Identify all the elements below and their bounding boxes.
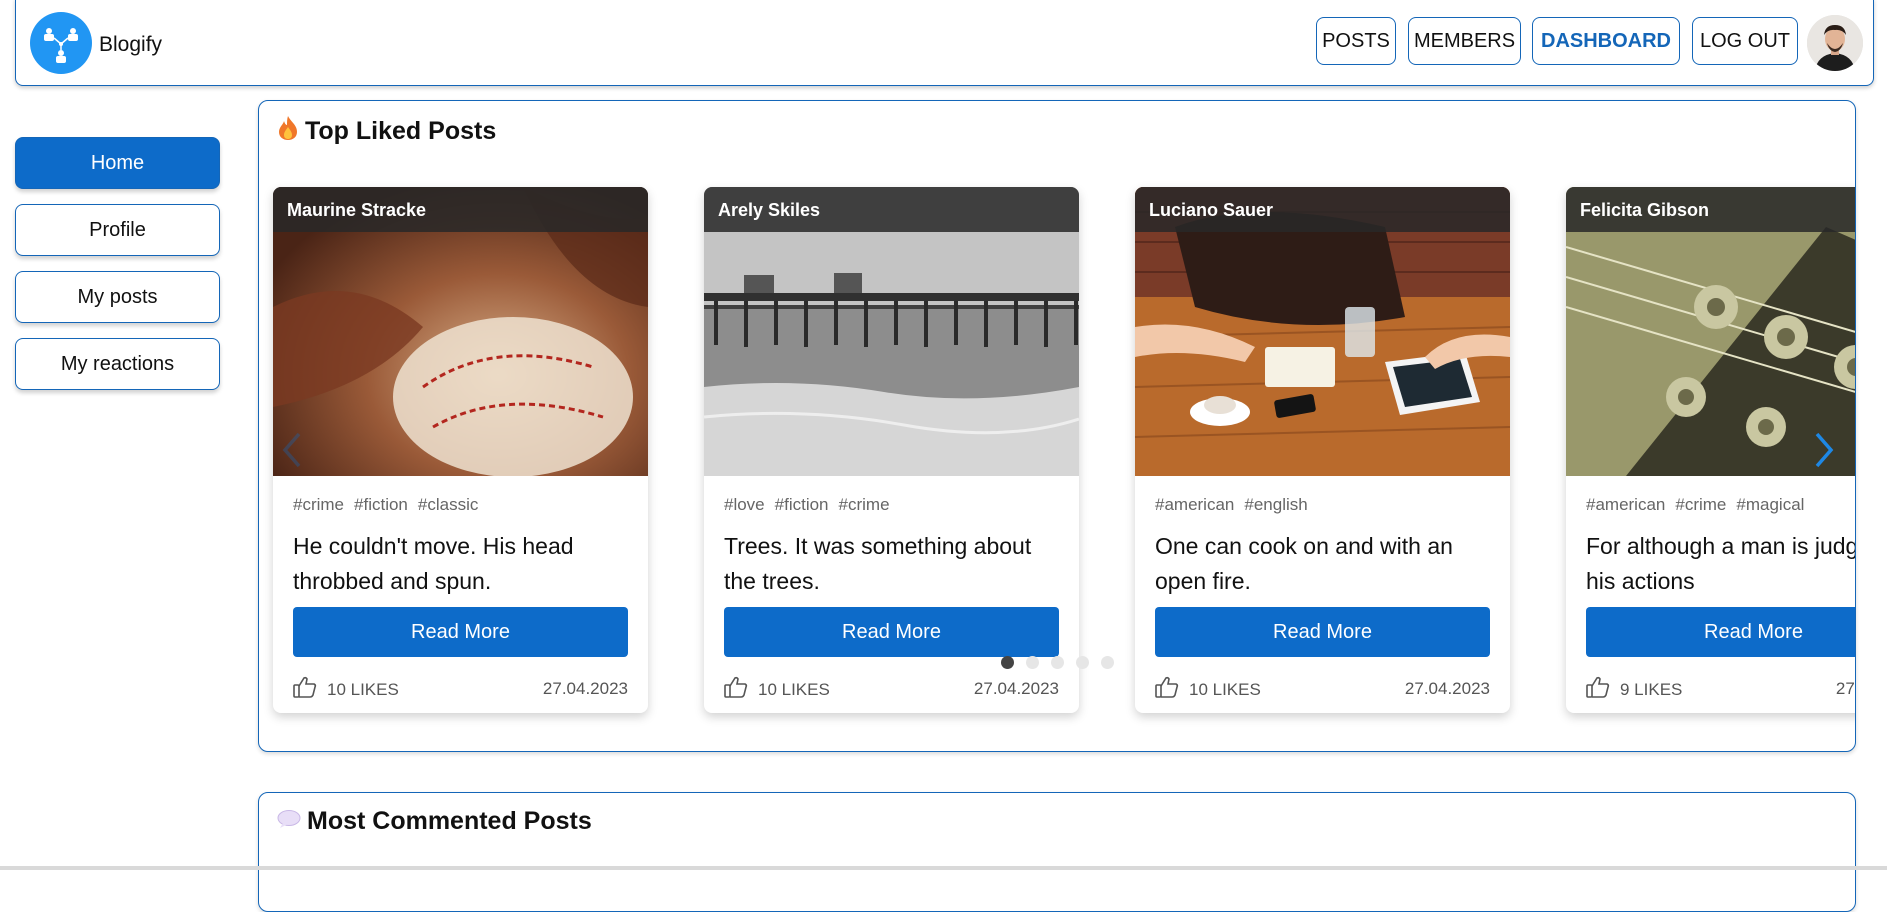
tag[interactable]: #love bbox=[724, 495, 765, 515]
carousel-dot[interactable] bbox=[1101, 656, 1114, 669]
post-tags: #love #fiction #crime bbox=[724, 495, 890, 515]
nav-members-button[interactable]: MEMBERS bbox=[1408, 17, 1521, 65]
user-avatar[interactable] bbox=[1807, 15, 1863, 71]
post-likes: 10 LIKES bbox=[293, 676, 399, 703]
read-more-button[interactable]: Read More bbox=[1586, 607, 1855, 657]
speech-bubble-icon bbox=[277, 807, 301, 836]
tag[interactable]: #magical bbox=[1736, 495, 1804, 515]
carousel-dot[interactable] bbox=[1026, 656, 1039, 669]
nav-logout-button[interactable]: LOG OUT bbox=[1692, 17, 1798, 65]
post-tags: #american #english bbox=[1155, 495, 1308, 515]
tag[interactable]: #crime bbox=[1675, 495, 1726, 515]
post-title: He couldn't move. His head throbbed and … bbox=[293, 533, 574, 594]
thumbs-up-icon[interactable] bbox=[293, 676, 317, 703]
carousel-dot[interactable] bbox=[1051, 656, 1064, 669]
fire-icon bbox=[277, 115, 299, 148]
post-tags: #american #crime #magical bbox=[1586, 495, 1804, 515]
post-likes: 9 LIKES bbox=[1586, 676, 1682, 703]
post-title: Trees. It was something about the trees. bbox=[724, 533, 1032, 594]
post-date: 27.04.2023 bbox=[1835, 679, 1855, 698]
tag[interactable]: #crime bbox=[293, 495, 344, 515]
most-commented-panel: Most Commented Posts bbox=[258, 792, 1856, 912]
post-author: Arely Skiles bbox=[704, 187, 1079, 232]
post-card[interactable]: Maurine Stracke #crime #fiction #classic… bbox=[273, 187, 648, 713]
thumbs-up-icon[interactable] bbox=[1155, 676, 1179, 703]
blogify-logo-icon[interactable] bbox=[30, 12, 92, 74]
tag[interactable]: #english bbox=[1244, 495, 1307, 515]
post-author: Maurine Stracke bbox=[273, 187, 648, 232]
post-title: One can cook on and with an open fire. bbox=[1155, 533, 1453, 594]
top-liked-panel: Top Liked Posts Maurine Stracke #crime #… bbox=[258, 100, 1856, 752]
nav-posts-button[interactable]: POSTS bbox=[1316, 17, 1396, 65]
post-card[interactable]: Luciano Sauer #american #english One can… bbox=[1135, 187, 1510, 713]
tag[interactable]: #classic bbox=[418, 495, 478, 515]
tag[interactable]: #american bbox=[1155, 495, 1234, 515]
sidebar-item-profile[interactable]: Profile bbox=[15, 204, 220, 256]
carousel-dot[interactable] bbox=[1001, 656, 1014, 669]
post-author: Luciano Sauer bbox=[1135, 187, 1510, 232]
nav-dashboard-button[interactable]: DASHBOARD bbox=[1532, 17, 1680, 65]
tag[interactable]: #crime bbox=[839, 495, 890, 515]
post-tags: #crime #fiction #classic bbox=[293, 495, 478, 515]
post-author: Felicita Gibson bbox=[1566, 187, 1855, 232]
thumbs-up-icon[interactable] bbox=[724, 676, 748, 703]
sidebar-item-home[interactable]: Home bbox=[15, 137, 220, 189]
post-title: For although a man is judged by his acti… bbox=[1586, 533, 1855, 594]
section-title: Most Commented Posts bbox=[277, 807, 592, 836]
post-likes: 10 LIKES bbox=[724, 676, 830, 703]
post-date: 27.04.2023 bbox=[1404, 679, 1490, 698]
read-more-button[interactable]: Read More bbox=[293, 607, 628, 657]
section-title: Top Liked Posts bbox=[277, 115, 496, 148]
brand-name[interactable]: Blogify bbox=[99, 33, 162, 57]
post-date: 27.04.2023 bbox=[542, 679, 628, 698]
carousel-prev-icon[interactable] bbox=[281, 431, 303, 474]
post-likes: 10 LIKES bbox=[1155, 676, 1261, 703]
tag[interactable]: #fiction bbox=[775, 495, 829, 515]
top-header: Blogify POSTS MEMBERS DASHBOARD LOG OUT bbox=[15, 0, 1874, 86]
read-more-button[interactable]: Read More bbox=[724, 607, 1059, 657]
carousel-next-icon[interactable] bbox=[1813, 431, 1835, 474]
post-date: 27.04.2023 bbox=[973, 679, 1059, 698]
tag[interactable]: #american bbox=[1586, 495, 1665, 515]
sidebar-item-my-posts[interactable]: My posts bbox=[15, 271, 220, 323]
carousel-dot[interactable] bbox=[1076, 656, 1089, 669]
sidebar-item-my-reactions[interactable]: My reactions bbox=[15, 338, 220, 390]
read-more-button[interactable]: Read More bbox=[1155, 607, 1490, 657]
tag[interactable]: #fiction bbox=[354, 495, 408, 515]
thumbs-up-icon[interactable] bbox=[1586, 676, 1610, 703]
horizontal-scrollbar[interactable] bbox=[0, 866, 1887, 870]
post-card[interactable]: Arely Skiles #love #fiction #crime Trees… bbox=[704, 187, 1079, 713]
